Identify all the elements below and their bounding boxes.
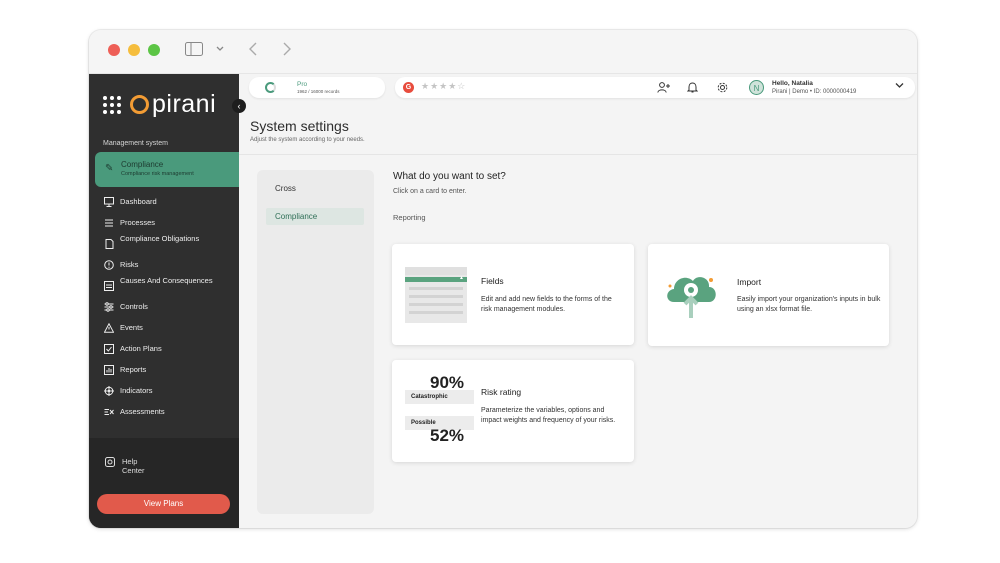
close-window-button[interactable] — [108, 44, 120, 56]
active-item-subtitle: Compliance risk management — [121, 171, 194, 177]
warning-triangle-icon — [104, 323, 114, 333]
category-label: Reporting — [393, 213, 426, 222]
sidebar-toggle-icon[interactable] — [185, 42, 203, 56]
browser-titlebar — [89, 30, 917, 74]
sidebar-item-label: Risks — [120, 260, 139, 269]
settings-menu: Cross Compliance — [257, 170, 374, 514]
divider — [239, 154, 917, 155]
plan-usage-icon — [265, 82, 276, 93]
sidebar-item-label: Dashboard — [120, 197, 157, 206]
sidebar-item-compliance[interactable]: ✎ Compliance Compliance risk management — [95, 152, 247, 187]
cloud-upload-icon — [667, 277, 716, 318]
help-center-label: Help Center — [122, 457, 145, 475]
card-description: Easily import your organization's inputs… — [737, 296, 881, 313]
gear-icon[interactable] — [717, 82, 728, 93]
card-description: Edit and add new fields to the forms of … — [481, 296, 612, 313]
sidebar-item-label: Events — [120, 323, 143, 332]
card-title: Import — [737, 277, 762, 287]
chevron-down-icon[interactable] — [895, 82, 904, 89]
bell-icon[interactable] — [687, 82, 698, 93]
risk-value-low: 52% — [430, 426, 465, 445]
minimize-window-button[interactable] — [128, 44, 140, 56]
sidebar: pirani ‹ Management system ✎ Compliance … — [89, 74, 247, 528]
back-arrow-icon[interactable] — [249, 42, 257, 56]
logo-mark-icon — [130, 95, 149, 114]
settings-menu-compliance[interactable]: Compliance — [266, 208, 364, 225]
assessments-icon — [104, 409, 114, 415]
sidebar-item-label: Causes And Consequences — [120, 276, 213, 285]
forward-arrow-icon[interactable] — [283, 42, 291, 56]
risk-label-catastrophic: Catastrophic — [411, 394, 448, 400]
import-card[interactable]: Import Easily import your organization's… — [648, 244, 889, 346]
page-title: System settings — [250, 118, 349, 134]
user-info: Pirani | Demo • ID: 0000000419 — [772, 89, 857, 95]
alert-circle-icon — [104, 260, 114, 270]
topbar: G ★★★★☆ N Hello, Natalia Pirani | Demo •… — [395, 77, 915, 98]
fields-illustration: ▲ — [405, 267, 467, 323]
section-hint: Click on a card to enter. — [393, 188, 467, 195]
logo-text: pirani — [152, 90, 217, 118]
browser-window: pirani ‹ Management system ✎ Compliance … — [89, 30, 917, 528]
sidebar-item-label: Reports — [120, 365, 147, 374]
target-icon — [104, 386, 114, 396]
add-user-icon[interactable] — [657, 82, 670, 93]
chart-icon — [104, 365, 114, 375]
plan-records: 1962 / 16000 records — [297, 89, 340, 94]
user-greeting: Hello, Natalia — [772, 80, 813, 87]
apps-grid-icon[interactable] — [103, 95, 121, 114]
sidebar-item-label: Processes — [120, 218, 156, 227]
chevron-down-icon[interactable] — [216, 46, 224, 52]
card-title: Risk rating — [481, 387, 522, 397]
plan-name: Pro — [297, 81, 308, 88]
card-description: Parameterize the variables, options and … — [481, 407, 616, 424]
page-subtitle: Adjust the system according to your need… — [250, 137, 365, 143]
rating-stars-icon[interactable]: ★★★★☆ — [421, 81, 466, 92]
g2-logo-icon[interactable]: G — [403, 82, 414, 93]
help-center-icon — [105, 457, 115, 467]
fields-card[interactable]: ▲ Fields Edit and add new fields to the … — [392, 244, 634, 345]
section-question: What do you want to set? — [393, 171, 506, 182]
collapse-sidebar-button[interactable]: ‹ — [232, 99, 246, 113]
processes-icon — [105, 219, 113, 227]
risk-rating-card[interactable]: 90% Catastrophic Possible 52% Risk ratin… — [392, 360, 634, 462]
main-content: Pro 1962 / 16000 records G ★★★★☆ N Hello… — [239, 74, 917, 528]
sliders-icon — [104, 302, 114, 312]
compliance-icon: ✎ — [105, 163, 114, 174]
card-title: Fields — [481, 276, 504, 286]
settings-menu-cross[interactable]: Cross — [266, 180, 364, 197]
sidebar-item-label: Action Plans — [120, 344, 162, 353]
section-label: Management system — [103, 140, 168, 147]
sidebar-item-label: Controls — [120, 302, 148, 311]
maximize-window-button[interactable] — [148, 44, 160, 56]
sidebar-item-label: Compliance Obligations — [120, 234, 200, 243]
sidebar-item-label: Indicators — [120, 386, 153, 395]
monitor-icon — [104, 197, 114, 207]
sidebar-footer: Help Center View Plans — [89, 438, 239, 528]
avatar[interactable]: N — [749, 80, 764, 95]
view-plans-button[interactable]: View Plans — [97, 494, 230, 514]
checkbox-icon — [104, 344, 114, 354]
causes-icon — [104, 281, 114, 291]
active-item-title: Compliance — [121, 160, 164, 169]
plan-status-pill[interactable]: Pro 1962 / 16000 records — [249, 77, 385, 98]
pirani-logo[interactable]: pirani — [103, 90, 216, 119]
obligations-icon — [105, 239, 114, 249]
sidebar-item-label: Assessments — [120, 407, 165, 416]
